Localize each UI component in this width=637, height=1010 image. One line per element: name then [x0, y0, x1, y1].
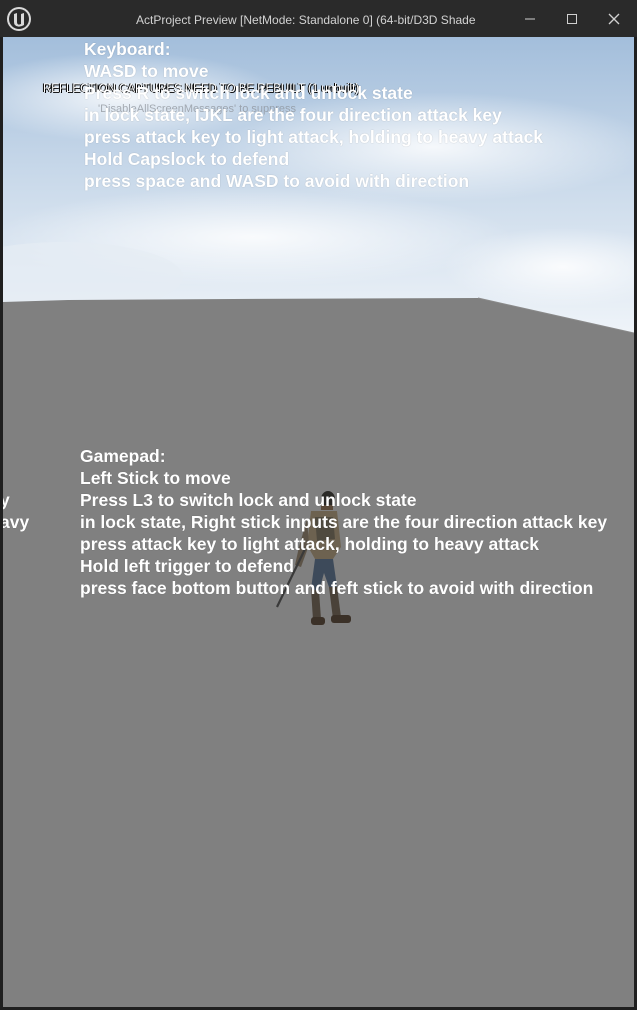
gamepad-help-line: Hold left trigger to defend [80, 556, 294, 576]
floor-plane [3, 298, 634, 1007]
minimize-icon [525, 18, 535, 19]
left-edge-fragments: y avy [3, 489, 29, 533]
keyboard-help-line: Keyboard: [84, 39, 171, 59]
gamepad-help-text: Gamepad: Left Stick to move Press L3 to … [80, 445, 607, 599]
left-fragment: y [3, 490, 10, 510]
gamepad-help-line: press face bottom button and feft stick … [80, 578, 594, 598]
minimize-button[interactable] [509, 0, 551, 37]
keyboard-help-line: in lock state, IJKL are the four directi… [84, 105, 502, 125]
game-viewport[interactable]: REFLECTION CAPTURES NEED TO BE REBUILT (… [3, 37, 634, 1007]
keyboard-help-line: WASD to move [84, 61, 209, 81]
unreal-engine-logo-icon [6, 6, 32, 32]
gamepad-help-line: press attack key to light attack, holdin… [80, 534, 540, 554]
maximize-button[interactable] [551, 0, 593, 37]
gamepad-help-line: in lock state, Right stick inputs are th… [80, 512, 608, 532]
keyboard-help-line: Hold Capslock to defend [84, 149, 290, 169]
maximize-icon [567, 13, 577, 24]
gamepad-help-line: Press L3 to switch lock and unlock state [80, 490, 417, 510]
keyboard-help-text: Keyboard: WASD to move Press R to switch… [84, 38, 543, 192]
keyboard-help-line: press attack key to light attack, holdin… [84, 127, 544, 147]
window-titlebar[interactable]: ActProject Preview [NetMode: Standalone … [0, 0, 637, 37]
keyboard-help-line: press space and WASD to avoid with direc… [84, 171, 470, 191]
gamepad-help-line: Gamepad: [80, 446, 166, 466]
close-icon [608, 13, 620, 24]
gamepad-help-line: Left Stick to move [80, 468, 231, 488]
close-button[interactable] [593, 0, 635, 37]
window-title: ActProject Preview [NetMode: Standalone … [136, 13, 476, 27]
left-fragment: avy [3, 512, 30, 532]
keyboard-help-line: Press R to switch lock and unlock state [84, 83, 413, 103]
